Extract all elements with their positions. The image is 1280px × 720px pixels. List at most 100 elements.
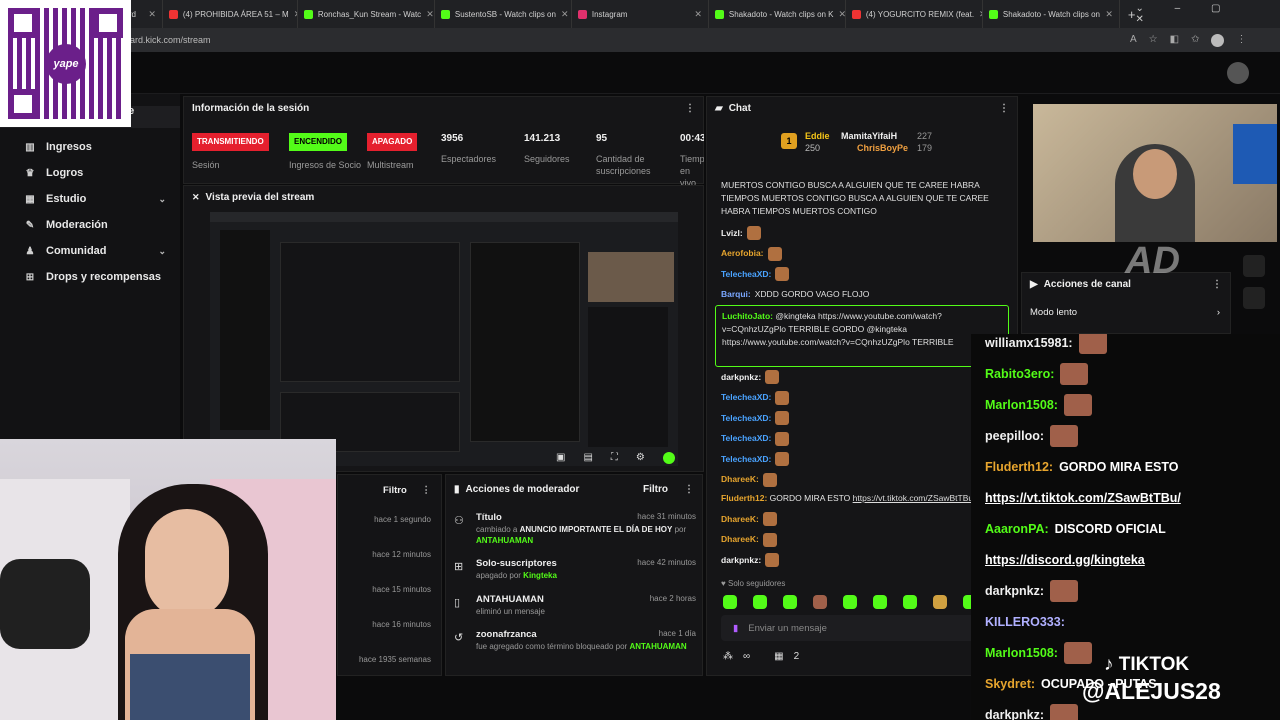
mod-action-by: por — [674, 525, 687, 534]
chevron-down-icon[interactable]: ⌄ — [158, 246, 166, 257]
activity-filter-button[interactable]: Filtro — [383, 485, 407, 496]
favorites-icon[interactable]: ✩ — [1191, 34, 1199, 47]
leader-name-1[interactable]: Eddie — [805, 131, 830, 141]
emote-button[interactable] — [753, 595, 767, 609]
slow-mode-row[interactable]: Modo lento › — [1022, 295, 1230, 329]
activity-menu-icon[interactable]: ⋮ — [421, 485, 431, 496]
chat-message: Barqui: XDDD GORDO VAGO FLOJO — [707, 285, 1007, 306]
emote-button[interactable] — [903, 595, 917, 609]
overlay-chat-link[interactable]: https://discord.gg/kingteka — [985, 553, 1145, 567]
browser-tab[interactable]: SustentoSB - Watch clips on ✕ — [435, 0, 572, 28]
leader-name-2[interactable]: MamitaYifaiH — [841, 131, 897, 141]
user-avatar[interactable] — [1227, 62, 1249, 84]
fullscreen-icon[interactable]: ⛶ — [611, 452, 618, 464]
chat-input[interactable]: ▮ Enviar un mensaje — [721, 615, 1011, 641]
chat-username[interactable]: TelecheaXD: — [721, 391, 771, 404]
channel-menu-icon[interactable]: ⋮ — [1212, 279, 1222, 290]
chat-emote — [775, 411, 790, 426]
window-controls[interactable]: ⌄ – ▢ ✕ — [1135, 3, 1266, 25]
emote-button[interactable] — [813, 595, 827, 609]
preview-close-icon[interactable]: ✕ — [192, 192, 200, 203]
overlay-chat-emote — [1050, 703, 1079, 720]
menu-icon[interactable]: ⋮ — [1236, 34, 1246, 47]
sidebar-item-moderación[interactable]: ✎ Moderación — [0, 212, 180, 238]
sidebar-item-estudio[interactable]: ▦ Estudio ⌄ — [0, 186, 180, 212]
emote-button[interactable] — [873, 595, 887, 609]
browser-tab[interactable]: Ronchas_Kun Stream - Watc ✕ — [298, 0, 435, 28]
tab-close-icon[interactable]: ✕ — [426, 9, 434, 20]
session-info-panel: Información de la sesión ⋮ TRANSMITIENDO S… — [183, 96, 704, 188]
mod-action-bold: ANUNCIO IMPORTANTE EL DÍA DE HOY — [519, 525, 673, 534]
slow-mode-label: Modo lento — [1030, 306, 1078, 318]
chevron-down-icon[interactable]: ⌄ — [158, 194, 166, 205]
sidebar-item-drops[interactable]: ⊞ Drops y recompensas — [0, 264, 180, 290]
chat-username[interactable]: TelecheaXD: — [721, 432, 771, 445]
chat-username[interactable]: TelecheaXD: — [721, 453, 771, 466]
tab-close-icon[interactable]: ✕ — [1105, 9, 1113, 20]
url-text[interactable]: board.kick.com/stream — [120, 35, 1130, 45]
chat-username[interactable]: DhareeK: — [721, 533, 759, 546]
fluderth-link[interactable]: https://vt.tiktok.com/ZSawBtTBu/ — [853, 493, 976, 503]
profile-avatar[interactable] — [1211, 33, 1225, 47]
stream-preview-header: ✕ Vista previa del stream — [184, 186, 703, 208]
chat-users-icon[interactable]: ⁂ — [723, 651, 733, 662]
browser-tab[interactable]: Shakadoto - Watch clips on ✕ — [983, 0, 1120, 28]
translate-icon[interactable]: A — [1130, 34, 1137, 47]
mod-filter-button[interactable]: Filtro — [643, 484, 668, 495]
session-menu-icon[interactable]: ⋮ — [685, 103, 695, 114]
chat-username[interactable]: darkpnkz: — [721, 554, 761, 567]
mod-menu-icon[interactable]: ⋮ — [684, 484, 694, 495]
mod-action-user[interactable]: Kingteka — [523, 571, 557, 580]
chat-username[interactable]: DhareeK: — [721, 473, 759, 486]
pinned-leaderboard: 1 Eddie 250 MamitaYifaiH 227 ChrisBoyPe … — [781, 129, 981, 159]
chat-username[interactable]: DhareeK: — [721, 513, 759, 526]
browser-tab[interactable]: Instagram ✕ — [572, 0, 709, 28]
rail-button-1[interactable] — [1243, 255, 1265, 277]
tab-close-icon[interactable]: ✕ — [839, 9, 845, 20]
theater-icon[interactable]: ▤ — [583, 452, 592, 464]
extensions-icon[interactable]: ◧ — [1170, 34, 1179, 47]
bookmark-star-icon[interactable]: ☆ — [1149, 34, 1158, 47]
highlight-username[interactable]: LuchitoJato: — [722, 311, 773, 321]
tab-close-icon[interactable]: ✕ — [694, 9, 702, 20]
mod-action-user[interactable]: ANTAHUAMAN — [629, 642, 686, 651]
users-icon: ♟ — [25, 245, 35, 257]
browser-tab[interactable]: (4) PROHIBIDA ÁREA 51 – M✕ — [163, 0, 298, 28]
overlay-chat-link[interactable]: https://vt.tiktok.com/ZSawBtTBu/ — [985, 491, 1181, 505]
channel-icon: ▶ — [1030, 278, 1038, 290]
chat-username[interactable]: TelecheaXD: — [721, 268, 771, 281]
chat-username[interactable]: Aerofobia: — [721, 247, 764, 260]
settings-gear-icon[interactable]: ⚙ — [636, 452, 645, 464]
tab-close-icon[interactable]: ✕ — [148, 9, 156, 20]
sidebar-item-comunidad[interactable]: ♟ Comunidad ⌄ — [0, 238, 180, 264]
new-tab-button[interactable]: + — [1128, 7, 1136, 22]
chat-username[interactable]: Barqui: — [721, 288, 751, 301]
browser-tab[interactable]: Shakadoto - Watch clips on K ✕ — [709, 0, 846, 28]
address-bar[interactable]: board.kick.com/stream A ☆ ◧ ✩ ⋮ — [0, 28, 1280, 52]
rail-button-2[interactable] — [1243, 287, 1265, 309]
undo-icon: ↺ — [454, 632, 464, 644]
highlight-link-2[interactable]: https://www.youtube.com/watch?v=CQnhzUZg… — [722, 337, 910, 347]
chat-username[interactable]: Lvizl: — [721, 227, 743, 240]
session-stat: 141.213 Seguidores — [524, 133, 602, 165]
fluderth-username[interactable]: Fluderth12: — [721, 493, 767, 503]
dashboard-sidebar: Servidor y clave de retransm ▥Ingresos♛L… — [0, 94, 180, 439]
emote-button[interactable] — [723, 595, 737, 609]
mod-action-user[interactable]: ANTAHUAMAN — [476, 536, 533, 545]
leader-name-3[interactable]: ChrisBoyPe — [857, 143, 908, 153]
highlight-text: TERRIBLE GORDO — [788, 324, 865, 334]
sidebar-item-ingresos[interactable]: ▥ Ingresos — [0, 134, 180, 160]
emote-button[interactable] — [783, 595, 797, 609]
tab-close-icon[interactable]: ✕ — [561, 9, 569, 20]
browser-tab[interactable]: (4) YOGURCITO REMIX (feat.✕ — [846, 0, 983, 28]
emote-button[interactable] — [843, 595, 857, 609]
chat-timer-icon[interactable]: ▦ — [774, 651, 783, 662]
emote-button[interactable] — [933, 595, 947, 609]
stream-preview-video[interactable] — [210, 212, 678, 466]
chat-username[interactable]: darkpnkz: — [721, 371, 761, 384]
pip-icon[interactable]: ▣ — [556, 452, 565, 464]
chat-menu-icon[interactable]: ⋮ — [999, 103, 1009, 114]
address-actions: A ☆ ◧ ✩ ⋮ — [1130, 33, 1246, 47]
sidebar-item-logros[interactable]: ♛ Logros — [0, 160, 180, 186]
chat-username[interactable]: TelecheaXD: — [721, 412, 771, 425]
